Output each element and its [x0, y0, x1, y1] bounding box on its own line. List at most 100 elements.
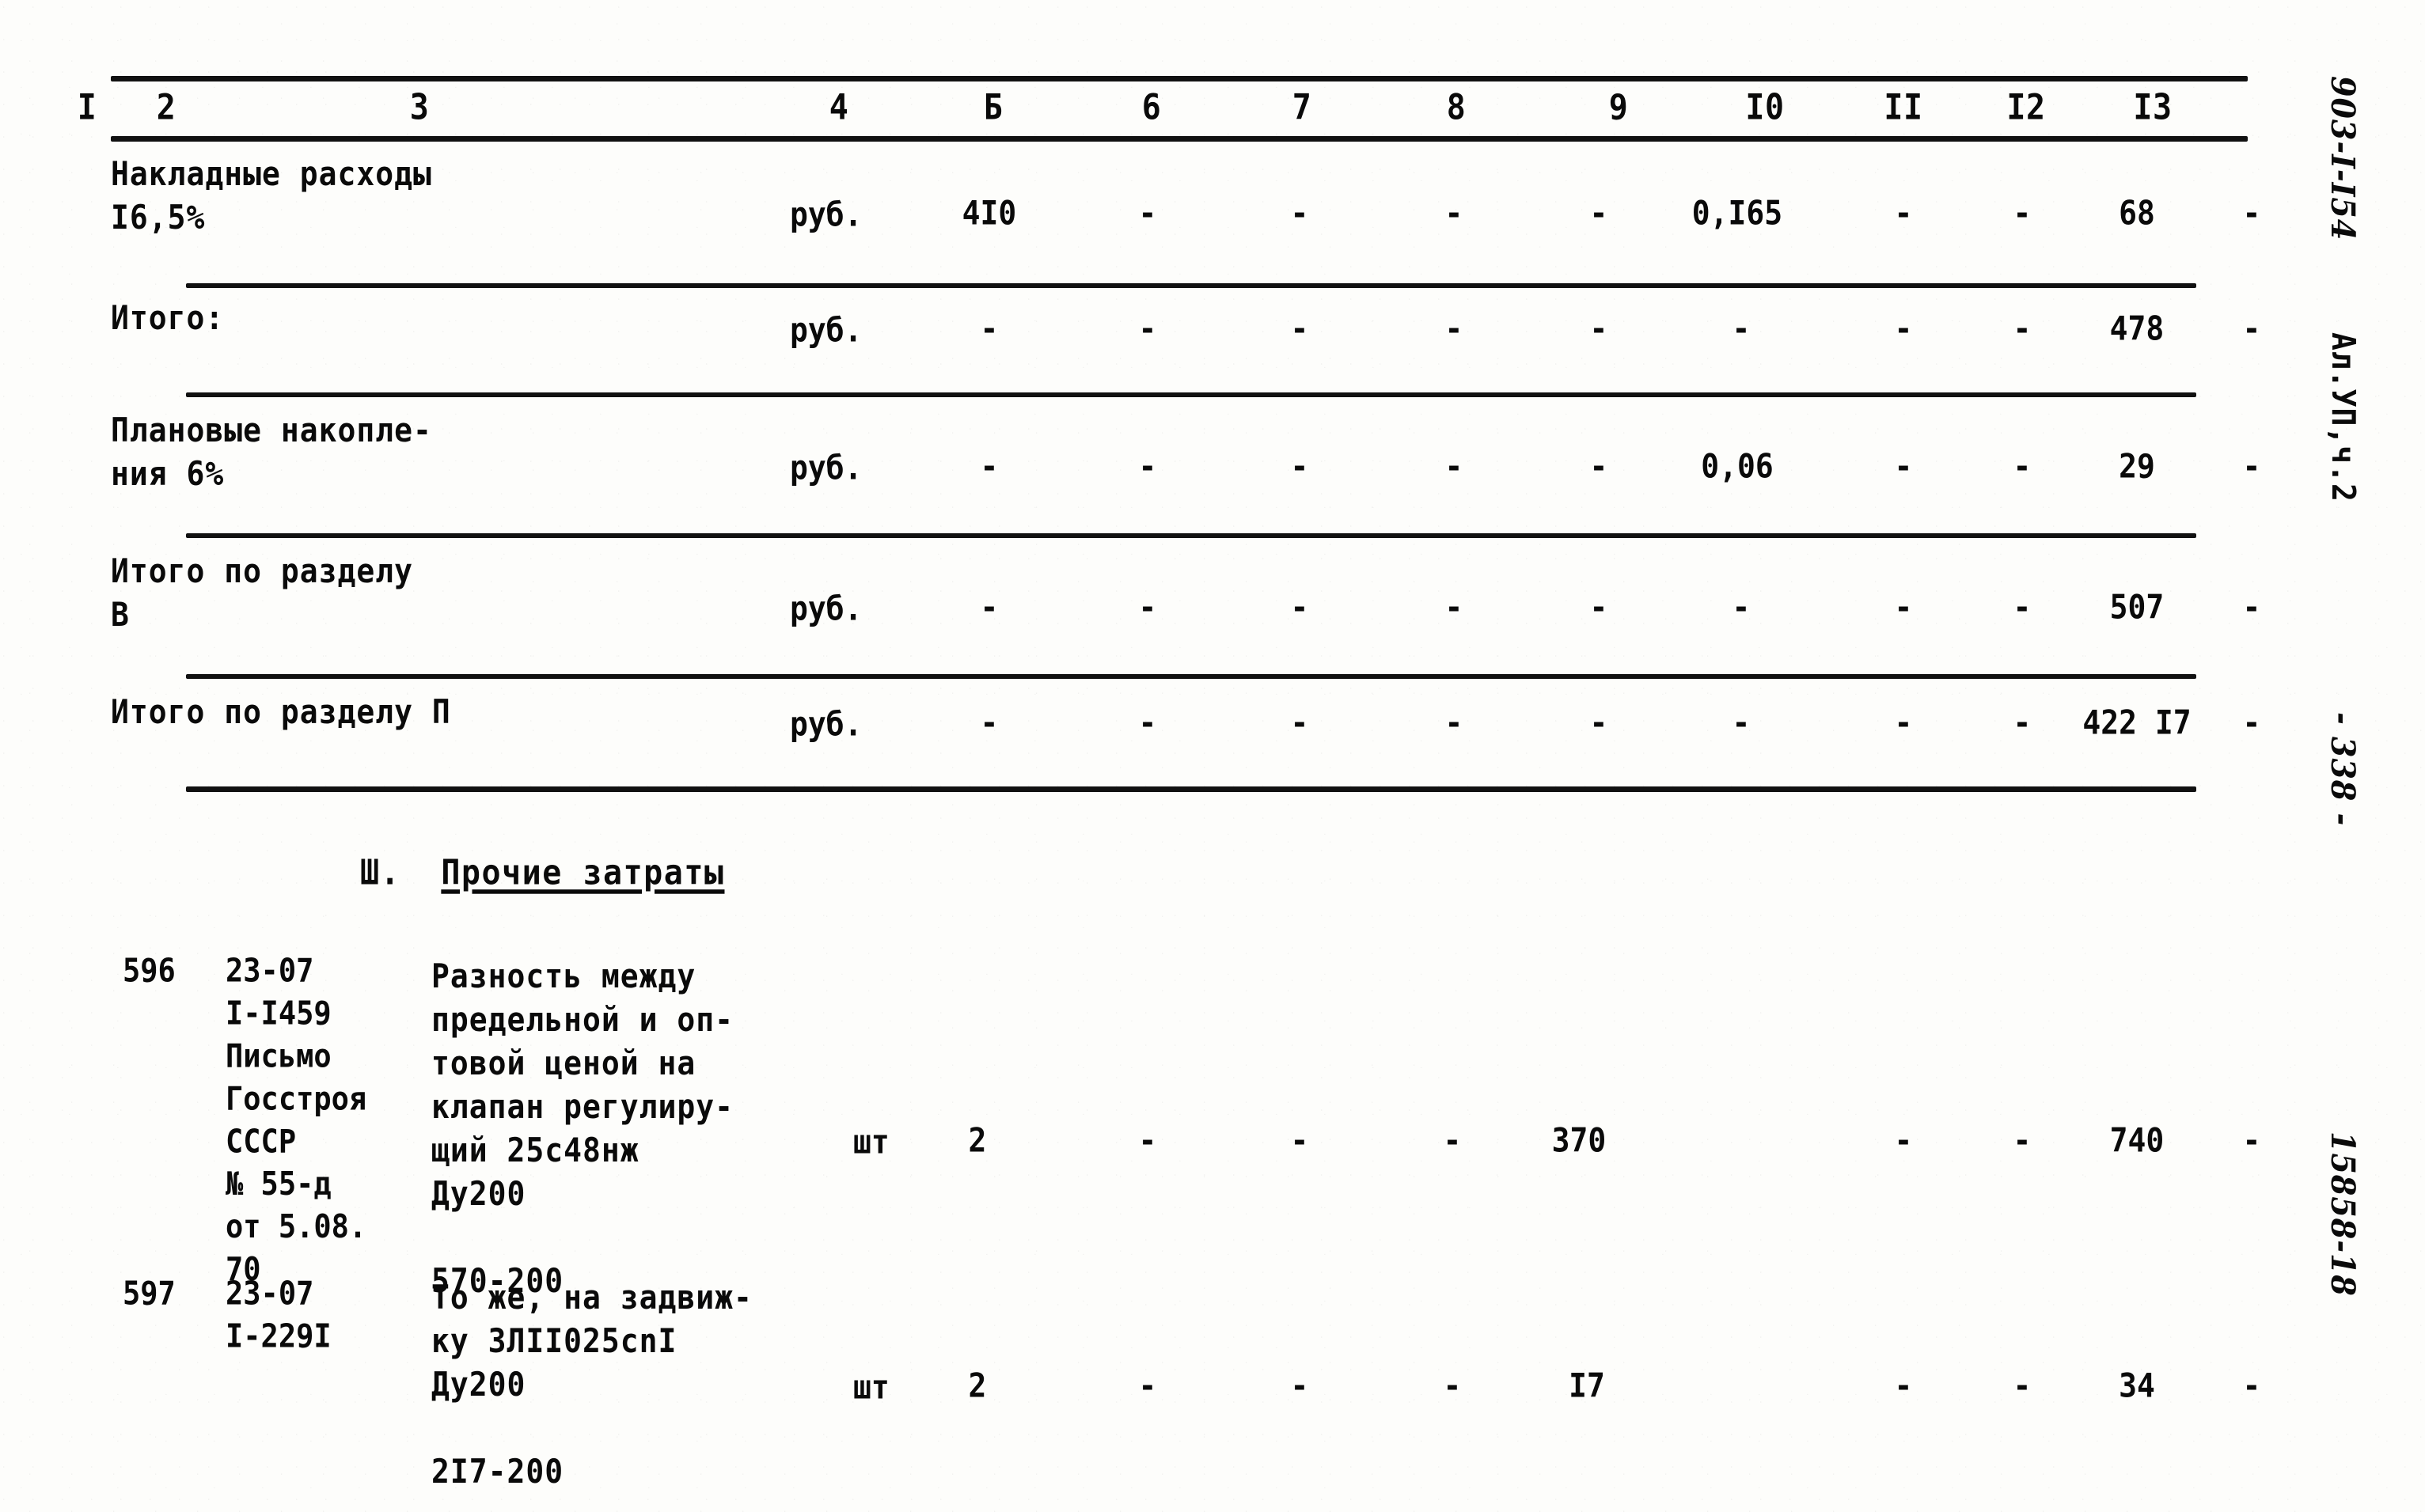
row-separator-rule — [186, 392, 2196, 397]
row-c8: - — [1444, 194, 1463, 233]
row-c10: - — [1732, 703, 1751, 742]
row-description: Итого: — [111, 298, 225, 337]
column-header-13: I3 — [2133, 87, 2173, 128]
row-c12: - — [2013, 1366, 2032, 1405]
row-c5: - — [980, 703, 999, 742]
document-code-margin: 903-I-I54 — [2324, 76, 2362, 241]
row-c7: - — [1290, 588, 1309, 627]
table-row: Накладные расходы I6,5% руб. 4I0 - - - -… — [111, 152, 2260, 263]
table-row: 596 23-07 I-I459 Письмо Госстроя СССР № … — [0, 949, 2425, 1299]
row-code: 23-07 I-229I — [226, 1275, 332, 1355]
row-c7: - — [1290, 1121, 1309, 1160]
row-unit: шт — [853, 1368, 890, 1407]
row-c13: 68 — [2119, 194, 2155, 233]
row-c14: - — [2242, 1366, 2261, 1405]
table-top-rule — [111, 76, 2248, 81]
row-c14: - — [2242, 1121, 2261, 1160]
row-c8: - — [1444, 588, 1463, 627]
row-c6: - — [1138, 703, 1157, 742]
row-c14: - — [2242, 588, 2261, 627]
row-separator-rule — [186, 674, 2196, 679]
row-c11: - — [1894, 1366, 1913, 1405]
column-header-6: 6 — [1141, 87, 1162, 128]
row-description: Разность между предельной и оп- товой це… — [431, 957, 734, 1300]
row-unit: руб. — [790, 705, 863, 744]
row-c9: 370 — [1551, 1121, 1607, 1160]
column-header-10: I0 — [1745, 87, 1785, 128]
row-c11: - — [1894, 588, 1913, 627]
row-unit: руб. — [790, 449, 863, 487]
row-c6: - — [1138, 447, 1157, 486]
row-c5: - — [980, 447, 999, 486]
table-row: Итого по разделу П руб. - - - - - - - - … — [111, 690, 2260, 785]
row-c5: 4I0 — [962, 194, 1017, 233]
table-row: Плановые накопле- ния 6% руб. - - - - - … — [111, 408, 2260, 527]
row-c12: - — [2013, 309, 2032, 348]
row-c7: - — [1290, 309, 1309, 348]
section-closing-rule — [186, 786, 2196, 792]
table-column-header-row: I 2 3 4 Б 6 7 8 9 I0 II I2 I3 — [78, 87, 2248, 131]
row-c14: - — [2242, 447, 2261, 486]
row-c5: 2 — [968, 1366, 987, 1405]
row-separator-rule — [186, 533, 2196, 538]
row-c13: 507 — [2109, 588, 2165, 627]
archive-code-margin: 15858-18 — [2324, 1131, 2362, 1297]
row-c13: 34 — [2119, 1366, 2155, 1405]
row-unit: руб. — [790, 195, 863, 234]
row-c13: 29 — [2119, 447, 2155, 486]
column-header-2: 2 — [156, 87, 176, 128]
row-c11: - — [1894, 309, 1913, 348]
row-unit: руб. — [790, 589, 863, 628]
row-c10: - — [1732, 309, 1751, 348]
row-description: То же, на задвиж- ку ЗЛII025сnI Ду200 2I… — [431, 1278, 753, 1491]
table-row: Итого: руб. - - - - - - - - 478 - — [111, 296, 2260, 391]
row-c9: I7 — [1569, 1366, 1605, 1405]
table-header-bottom-rule — [111, 136, 2248, 142]
row-c9: - — [1589, 447, 1608, 486]
column-header-12: I2 — [2006, 87, 2046, 128]
row-c12: - — [2013, 447, 2032, 486]
column-header-3: 3 — [409, 87, 430, 128]
row-c6: - — [1138, 309, 1157, 348]
row-c14: - — [2242, 194, 2261, 233]
row-number: 596 — [123, 952, 176, 990]
row-c14: - — [2242, 703, 2261, 742]
row-separator-rule — [186, 283, 2196, 288]
row-c5: 2 — [968, 1121, 987, 1160]
row-c7: - — [1290, 194, 1309, 233]
row-c13: 740 — [2109, 1121, 2165, 1160]
row-c5: - — [980, 309, 999, 348]
row-c9: - — [1589, 194, 1608, 233]
row-c7: - — [1290, 703, 1309, 742]
row-unit: руб. — [790, 311, 863, 350]
row-c8: - — [1443, 1366, 1462, 1405]
row-description: Накладные расходы I6,5% — [111, 154, 432, 237]
row-c5: - — [980, 588, 999, 627]
column-header-11: II — [1884, 87, 1923, 128]
section-numeral: Ш. — [360, 853, 401, 893]
album-reference-margin: Ал.УП,ч.2 — [2324, 332, 2362, 502]
row-c14: - — [2242, 309, 2261, 348]
row-c11: - — [1894, 447, 1913, 486]
column-header-4: 4 — [829, 87, 849, 128]
row-c6: - — [1138, 588, 1157, 627]
row-c13: 422 I7 — [2082, 703, 2192, 742]
row-c6: - — [1138, 194, 1157, 233]
column-header-5: Б — [983, 87, 1004, 128]
section-title: Прочие затраты — [441, 853, 725, 893]
row-c13: 478 — [2109, 309, 2165, 348]
row-c11: - — [1894, 703, 1913, 742]
row-number: 597 — [123, 1275, 176, 1313]
row-c7: - — [1290, 1366, 1309, 1405]
row-c6: - — [1138, 1366, 1157, 1405]
column-header-9: 9 — [1608, 87, 1629, 128]
section-heading: Ш. Прочие затраты — [360, 853, 725, 893]
row-c6: - — [1138, 1121, 1157, 1160]
table-row: Итого по разделу В руб. - - - - - - - - … — [111, 549, 2260, 668]
row-c12: - — [2013, 194, 2032, 233]
row-c8: - — [1444, 309, 1463, 348]
row-description: Итого по разделу В — [111, 551, 414, 634]
row-c9: - — [1589, 703, 1608, 742]
row-c12: - — [2013, 1121, 2032, 1160]
cost-estimate-table: I 2 3 4 Б 6 7 8 9 I0 II I2 I3 Накладные … — [78, 76, 2260, 812]
